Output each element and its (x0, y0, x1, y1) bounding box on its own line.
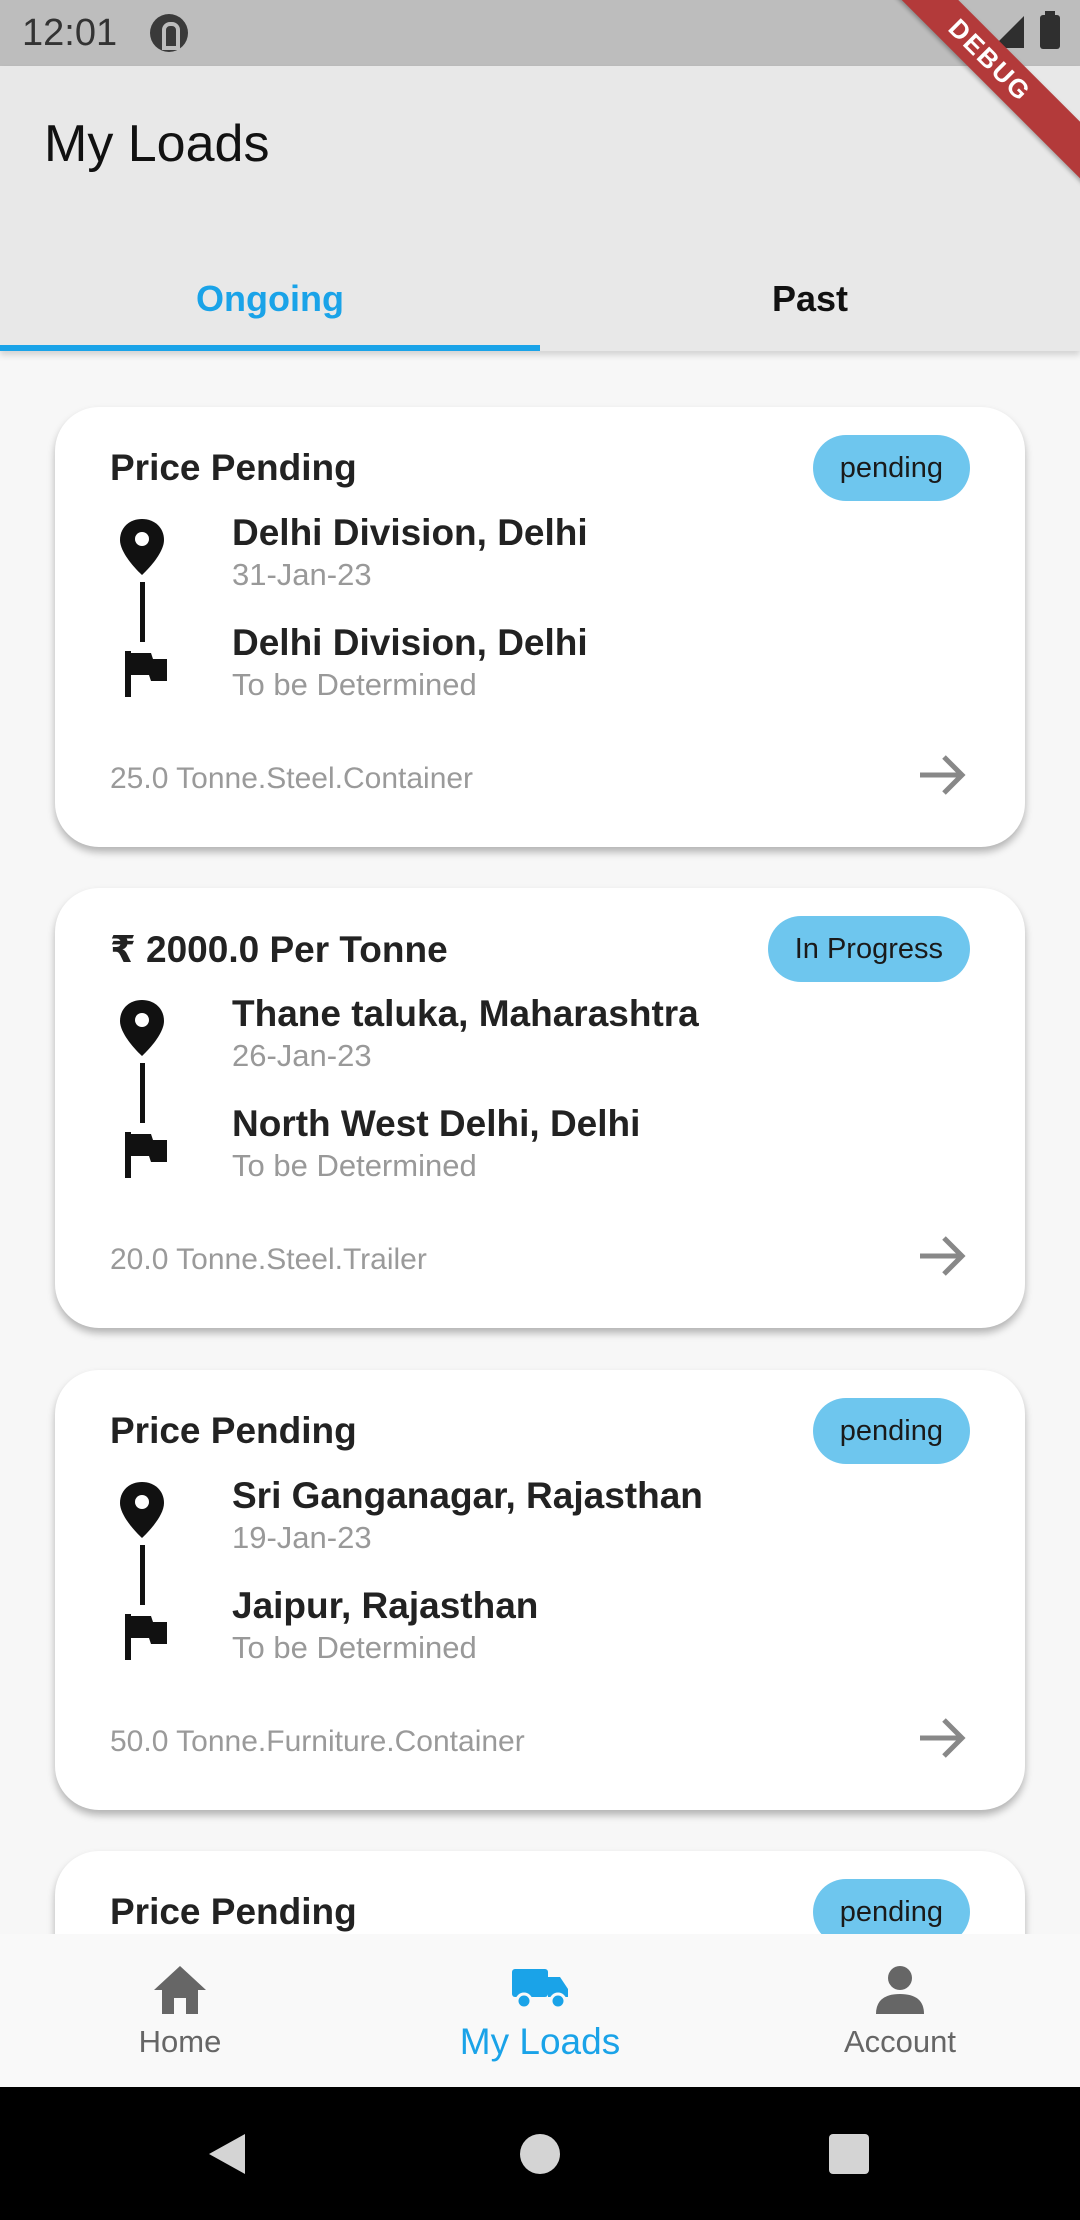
origin-date: 26-Jan-23 (232, 1038, 372, 1073)
load-price: ₹ 2000.0 Per Tonne (110, 929, 448, 970)
nav-label-home: Home (138, 2023, 222, 2059)
status-badge: In Progress (767, 916, 970, 982)
home-icon (154, 1965, 206, 2014)
load-details: 50.0 Tonne.Furniture.Container (110, 1725, 525, 1758)
arrow-forward-icon[interactable] (914, 747, 970, 803)
location-pin-icon (120, 1000, 164, 1056)
page-title: My Loads (44, 115, 270, 173)
route-connector (140, 582, 145, 642)
destination-location: Jaipur, Rajasthan (232, 1585, 539, 1626)
loads-list[interactable]: Price Pending pending Delhi Division, De… (0, 351, 1080, 1934)
bottom-navigation: Home My Loads Account (0, 1934, 1080, 2087)
status-badge: pending (812, 1879, 970, 1934)
home-button-icon[interactable] (520, 2134, 560, 2174)
flag-icon (125, 1614, 167, 1660)
tab-ongoing[interactable]: Ongoing (0, 246, 540, 351)
load-price: Price Pending (110, 1891, 357, 1932)
nav-label-my-loads: My Loads (459, 2020, 621, 2062)
status-badge: pending (812, 1398, 970, 1464)
load-card[interactable]: ₹ 2000.0 Per Tonne In Progress Thane tal… (55, 888, 1025, 1328)
recents-icon[interactable] (829, 2134, 869, 2174)
destination-location: North West Delhi, Delhi (232, 1103, 641, 1144)
origin-location: Sri Ganganagar, Rajasthan (232, 1475, 703, 1516)
nav-item-home[interactable]: Home (0, 1934, 360, 2087)
back-icon[interactable] (205, 2132, 249, 2176)
destination-date: To be Determined (232, 1148, 477, 1183)
load-details: 25.0 Tonne.Steel.Container (110, 762, 474, 795)
origin-location: Thane taluka, Maharashtra (232, 993, 699, 1034)
load-details: 20.0 Tonne.Steel.Trailer (110, 1243, 427, 1276)
status-time: 12:01 (22, 12, 118, 54)
load-card[interactable]: Price Pending pending Sri Ganganagar, Ra… (55, 1370, 1025, 1810)
destination-date: To be Determined (232, 1630, 477, 1665)
load-price: Price Pending (110, 447, 357, 488)
tab-past[interactable]: Past (540, 246, 1080, 351)
destination-location: Delhi Division, Delhi (232, 622, 588, 663)
load-card[interactable]: Price Pending pending (55, 1851, 1025, 1934)
app-bar: My Loads Ongoing Past (0, 66, 1080, 351)
destination-date: To be Determined (232, 667, 477, 702)
location-pin-icon (120, 1482, 164, 1538)
location-pin-icon (120, 519, 164, 575)
nav-label-account: Account (843, 2023, 956, 2059)
tab-bar: Ongoing Past (0, 246, 1080, 351)
battery-icon (1040, 11, 1060, 49)
status-badge: pending (812, 435, 970, 501)
truck-icon (512, 1968, 568, 2009)
notification-app-icon (150, 14, 188, 52)
load-price: Price Pending (110, 1410, 357, 1451)
origin-location: Delhi Division, Delhi (232, 512, 588, 553)
person-icon (876, 1965, 924, 2014)
arrow-forward-icon[interactable] (914, 1710, 970, 1766)
route-connector (140, 1063, 145, 1123)
arrow-forward-icon[interactable] (914, 1228, 970, 1284)
origin-date: 19-Jan-23 (232, 1520, 372, 1555)
flag-icon (125, 1132, 167, 1178)
flag-icon (125, 651, 167, 697)
system-navigation-bar (0, 2087, 1080, 2220)
nav-item-account[interactable]: Account (720, 1934, 1080, 2087)
route-connector (140, 1545, 145, 1605)
nav-item-my-loads[interactable]: My Loads (360, 1934, 720, 2087)
origin-date: 31-Jan-23 (232, 557, 372, 592)
load-card[interactable]: Price Pending pending Delhi Division, De… (55, 407, 1025, 847)
